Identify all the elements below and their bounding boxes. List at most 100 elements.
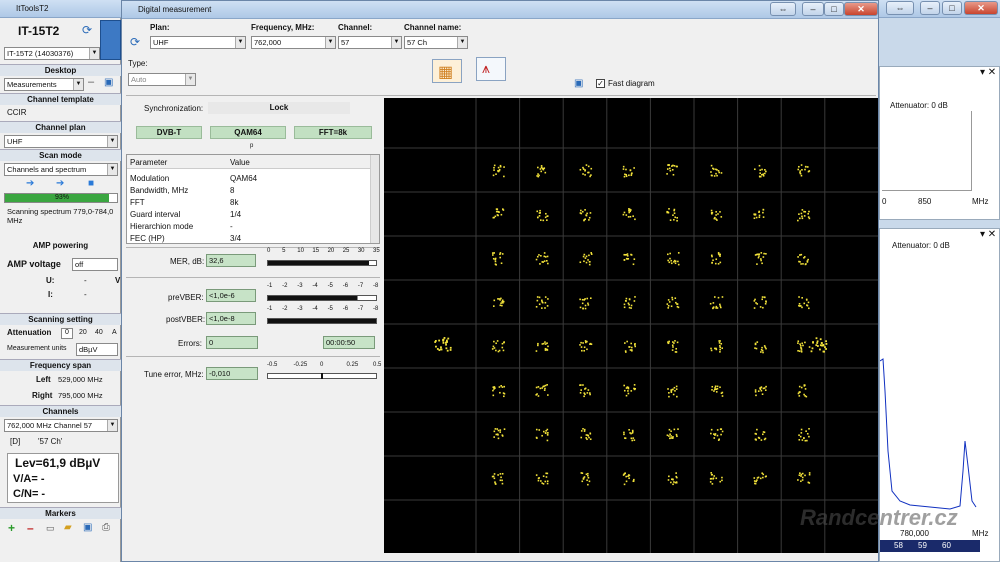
constellation-point xyxy=(579,209,592,222)
template-value: CCIR xyxy=(7,108,27,117)
dm-plan-select[interactable]: UHF ▼ xyxy=(150,36,246,49)
scale-tick: -2 xyxy=(282,283,288,289)
spectrum-view-button[interactable]: ⩚ xyxy=(476,57,506,81)
fft-tag: FFT=8k xyxy=(294,126,372,139)
channel-59[interactable]: 59 xyxy=(918,541,927,550)
param-value: 8k xyxy=(230,198,239,207)
constellation-point xyxy=(711,385,724,397)
plan-select[interactable]: UHF ▼ xyxy=(4,135,118,148)
right-freq-label: Right xyxy=(32,391,53,400)
axis-1-start: 0 xyxy=(882,197,887,206)
units-select[interactable]: dBµV xyxy=(76,343,118,356)
tune-value: -0,010 xyxy=(206,367,258,380)
scale-tick: -3 xyxy=(297,283,303,289)
dm-maximize-button[interactable]: □ xyxy=(824,2,844,16)
remove-desktop-icon[interactable]: – xyxy=(88,76,94,88)
constellation-point xyxy=(797,164,811,177)
dm-titlebar: Digital measurement xyxy=(122,1,878,19)
scale-tick: -8 xyxy=(373,283,379,289)
dm-close-button[interactable]: ✕ xyxy=(844,2,878,16)
constellation-point xyxy=(491,252,504,266)
channel-58[interactable]: 58 xyxy=(894,541,903,550)
stop-icon[interactable]: ■ xyxy=(88,178,94,189)
constellation-point xyxy=(491,472,504,485)
right-panel-2-close-icon[interactable]: ▾ ✕ xyxy=(980,229,996,240)
attenuation-option-auto[interactable]: A xyxy=(112,329,117,336)
save-desktop-icon[interactable]: ▣ xyxy=(104,77,113,88)
app-maximize-button[interactable]: □ xyxy=(942,1,962,15)
print-icon[interactable]: ⎙ xyxy=(102,522,110,533)
desktop-header: Desktop xyxy=(0,64,121,76)
attenuation-option-0[interactable]: 0 xyxy=(61,328,73,339)
scan-continuous-icon[interactable]: ➔ xyxy=(56,178,64,189)
dm-type-select[interactable]: Auto ▼ xyxy=(128,73,196,86)
dm-refresh-icon[interactable]: ⟳ xyxy=(130,35,140,49)
amp-voltage-label: AMP voltage xyxy=(7,259,61,269)
dm-freq-select[interactable]: 762,000 ▼ xyxy=(251,36,336,49)
constellation-point xyxy=(535,296,549,309)
scan-mode-select[interactable]: Channels and spectrum ▼ xyxy=(4,163,118,176)
scale-tick: -4 xyxy=(312,283,318,289)
right-panel-1-close-icon[interactable]: ▾ ✕ xyxy=(980,67,996,78)
channels-header: Channels xyxy=(0,405,121,417)
remove-marker-icon[interactable]: – xyxy=(27,521,34,535)
left-freq-label: Left xyxy=(36,375,51,384)
scale-tick: -7 xyxy=(357,306,364,312)
app-restore-button[interactable]: ⇔ xyxy=(886,1,914,15)
dm-name-select[interactable]: 57 Ch ▼ xyxy=(404,36,468,49)
dm-save-icon[interactable]: ▣ xyxy=(574,78,583,89)
attenuation-option-20[interactable]: 20 xyxy=(79,329,87,336)
scale-tick: -4 xyxy=(312,306,318,312)
fast-diagram-label[interactable]: Fast diagram xyxy=(608,79,655,88)
param-name: Guard interval xyxy=(130,210,181,219)
param-name: Hierarchion mode xyxy=(130,222,194,231)
refresh-icon[interactable]: ⟳ xyxy=(82,23,92,37)
priority-indicator: p xyxy=(250,143,254,149)
scale-tick: -6 xyxy=(342,306,349,312)
device-select[interactable]: IT-15T2 (14030376) ▼ xyxy=(4,47,100,60)
postvber-value: <1,0e-8 xyxy=(206,312,256,325)
param-value: QAM64 xyxy=(230,174,258,183)
device-panel-icon[interactable] xyxy=(100,20,121,60)
scale-tick: 0.25 xyxy=(346,362,359,368)
attenuator-label-1: Attenuator: 0 dB xyxy=(890,101,948,110)
u-label: U: xyxy=(46,276,55,285)
marker-tool-icon[interactable]: ▭ xyxy=(46,523,55,534)
dm-minimize-button[interactable]: – xyxy=(802,2,824,16)
add-marker-icon[interactable]: + xyxy=(8,521,15,535)
constellation-point xyxy=(666,428,679,440)
amp-voltage-select[interactable]: off xyxy=(72,258,118,271)
constellation-point xyxy=(709,296,724,310)
channel-name: '57 Ch' xyxy=(38,437,63,446)
fast-diagram-checkbox[interactable]: ✓ xyxy=(596,79,605,88)
constellation-point xyxy=(492,164,505,178)
scan-setting-header: Scanning setting xyxy=(0,313,121,325)
v-unit: V xyxy=(115,276,121,285)
desktop-select[interactable]: Measurements ▼ xyxy=(4,78,84,91)
constellation-point xyxy=(666,296,680,309)
app-minimize-button[interactable]: – xyxy=(920,1,940,15)
attenuation-option-40[interactable]: 40 xyxy=(95,329,103,336)
open-folder-icon[interactable]: ▰ xyxy=(64,522,72,533)
scan-forward-icon[interactable]: ➔ xyxy=(26,178,34,189)
app-close-button[interactable]: ✕ xyxy=(964,1,998,15)
save-marker-icon[interactable]: ▣ xyxy=(83,522,92,533)
dm-freq-label: Frequency, MHz: xyxy=(251,23,315,32)
dm-channel-select[interactable]: 57 ▼ xyxy=(338,36,402,49)
digital-measurement-window: Digital measurement ⇔ – □ ✕ Plan: ⟳ UHF ▼… xyxy=(121,0,879,562)
constellation-point xyxy=(797,340,811,353)
param-col-header: Parameter xyxy=(130,158,168,167)
scale-tick: 20 xyxy=(327,248,335,254)
dm-restore-button[interactable]: ⇔ xyxy=(770,2,796,16)
param-value: 3/4 xyxy=(230,234,242,243)
constellation-view-button[interactable]: ▦ xyxy=(432,59,462,83)
pilot-point xyxy=(434,337,452,352)
channel-60[interactable]: 60 xyxy=(942,541,951,550)
constellation-point xyxy=(622,165,635,178)
postvber-bar xyxy=(267,318,377,324)
constellation-point xyxy=(667,472,678,486)
dm-plan-label: Plan: xyxy=(150,23,170,32)
channel-select[interactable]: 762,000 MHz Channel 57 ▼ xyxy=(4,419,118,432)
scale-tick: 0 xyxy=(267,248,271,254)
params-scrollbar[interactable] xyxy=(370,155,379,243)
